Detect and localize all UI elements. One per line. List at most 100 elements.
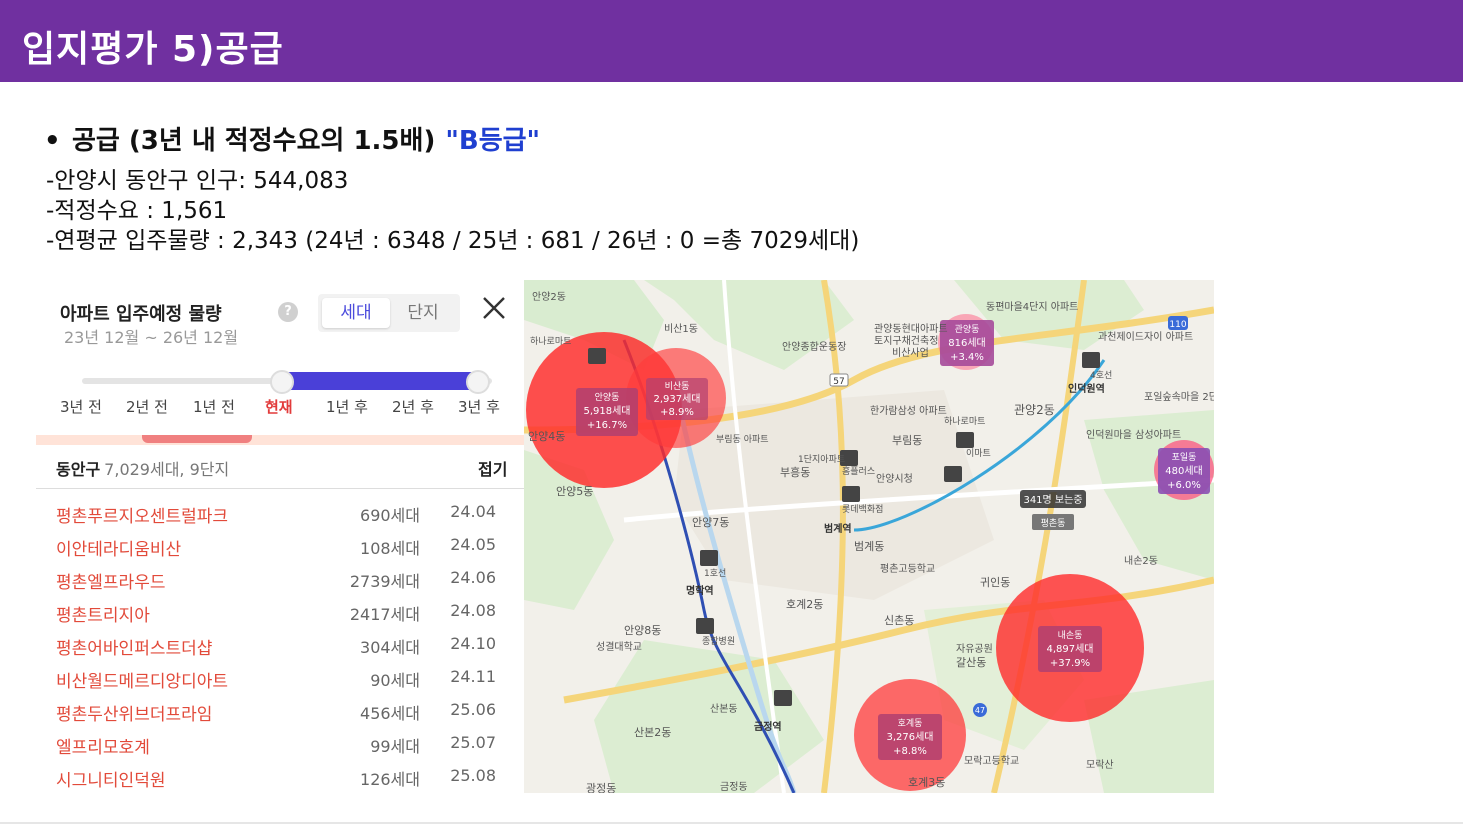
- place-label: 1호선: [704, 568, 726, 579]
- complex-units: 2739세대: [349, 572, 420, 591]
- supply-heading: 공급 (3년 내 적정수요의 1.5배): [72, 126, 436, 156]
- place-label: 모락고등학교: [964, 755, 1019, 767]
- place-label: 신촌동: [884, 614, 914, 627]
- hospital-icon[interactable]: [696, 618, 714, 634]
- bubble-dong: 호계동: [898, 717, 923, 729]
- place-label: 부림동 아파트: [716, 433, 769, 445]
- place-label: 범계역: [824, 522, 852, 535]
- shopping-icon[interactable]: [956, 432, 974, 448]
- place-label: 산본2동: [634, 726, 671, 739]
- complex-date: 24.04: [450, 502, 496, 521]
- list-item[interactable]: 평촌두산위브더프라임 456세대 25.06: [56, 700, 496, 726]
- place-label: 과천제이드자이 아파트: [1098, 331, 1193, 343]
- timeline-end-handle[interactable]: [466, 370, 490, 394]
- tick-1y-after[interactable]: 1년 후: [326, 396, 368, 417]
- timeline-start-handle[interactable]: [270, 370, 294, 394]
- complex-units: 99세대: [370, 737, 420, 756]
- route-number: 110: [1169, 320, 1186, 330]
- place-label: 산본동: [710, 703, 738, 715]
- hospital-icon[interactable]: [944, 466, 962, 482]
- complex-date: 25.07: [450, 733, 496, 752]
- place-label: 부림동: [892, 434, 922, 447]
- supply-panel: 아파트 입주예정 물량 ? 23년 12월 ~ 26년 12월 세대 단지 3년…: [36, 280, 526, 793]
- list-item[interactable]: 비산월드메르디앙디아트 90세대 24.11: [56, 667, 496, 693]
- tick-1y-before[interactable]: 1년 전: [193, 396, 235, 417]
- bullet-dot: •: [44, 126, 61, 156]
- help-icon[interactable]: ?: [278, 302, 298, 322]
- place-label: 하나로마트: [530, 336, 571, 347]
- tick-3y-before[interactable]: 3년 전: [60, 396, 102, 417]
- bubble-dong: 안양동: [595, 392, 620, 403]
- list-item[interactable]: 평촌푸르지오센트럴파크 690세대 24.04: [56, 502, 496, 528]
- timeline-slider-fill: [282, 372, 480, 390]
- fold-button[interactable]: 접기: [478, 456, 507, 480]
- subway-station-icon[interactable]: [1082, 352, 1100, 368]
- tick-2y-after[interactable]: 2년 후: [392, 396, 434, 417]
- complex-units: 690세대: [360, 506, 420, 525]
- place-label: 성결대학교: [596, 641, 642, 653]
- place-label: 종합병원: [702, 636, 735, 647]
- complex-name: 평촌어바인퍼스트더샵: [56, 639, 213, 659]
- complex-name: 평촌두산위브더프라임: [56, 705, 213, 725]
- place-label: 호계2동: [786, 598, 823, 611]
- place-label: 롯데백화점: [842, 503, 883, 515]
- complex-date: 24.05: [450, 535, 496, 554]
- shopping-icon[interactable]: [842, 486, 860, 502]
- place-label: 범계동: [854, 540, 884, 553]
- supply-map[interactable]: 안양동 5,918세대 +16.7% 비산동 2,937세대 +8.9% 관양동…: [524, 280, 1214, 793]
- viewers-count: 341명 보는중: [1023, 494, 1082, 506]
- place-label: 동편마을4단지 아파트: [986, 301, 1078, 313]
- subway-station-icon[interactable]: [588, 348, 606, 364]
- route-number: 47: [975, 706, 985, 715]
- list-item[interactable]: 이안테라디움비산 108세대 24.05: [56, 535, 496, 561]
- tick-current[interactable]: 현재: [265, 396, 293, 417]
- bubble-dong: 내손동: [1058, 630, 1083, 641]
- place-label: 하나로마트: [944, 416, 985, 427]
- place-label: 안양7동: [692, 516, 729, 529]
- list-item[interactable]: 엘프리모호계 99세대 25.07: [56, 733, 496, 759]
- place-label: 명학역: [686, 584, 714, 597]
- place-label: 관양동현대아파트: [874, 323, 948, 335]
- place-label: 내손2동: [1124, 555, 1158, 567]
- place-label: 광정동: [586, 782, 616, 793]
- close-icon[interactable]: [480, 294, 508, 322]
- place-label: 홈플러스: [842, 465, 875, 477]
- complex-units: 456세대: [360, 704, 420, 723]
- proper-demand-line: -적정수요 : 1,561: [46, 198, 228, 224]
- place-label: 안양시청: [876, 473, 913, 485]
- subway-station-icon[interactable]: [700, 550, 718, 566]
- complex-name: 평촌푸르지오센트럴파크: [56, 507, 229, 527]
- bubble-pct: +8.8%: [893, 746, 927, 757]
- toggle-complexes[interactable]: 단지: [390, 298, 456, 328]
- list-item[interactable]: 평촌엘프라우드 2739세대 24.06: [56, 568, 496, 594]
- toggle-households[interactable]: 세대: [322, 298, 390, 328]
- bubble-units: 816세대: [948, 337, 986, 349]
- place-label: 갈산동: [956, 655, 986, 669]
- divider: [36, 488, 526, 489]
- complex-name: 평촌트리지아: [56, 606, 150, 626]
- complex-units: 108세대: [360, 539, 420, 558]
- list-item[interactable]: 평촌트리지아 2417세대 24.08: [56, 601, 496, 627]
- complex-date: 24.08: [450, 601, 496, 620]
- complex-units: 2417세대: [349, 605, 420, 624]
- bubble-units: 4,897세대: [1046, 643, 1093, 655]
- tick-2y-before[interactable]: 2년 전: [126, 396, 168, 417]
- bubble-pct: +16.7%: [587, 420, 627, 431]
- page-title: 입지평가 5)공급: [22, 29, 284, 70]
- bubble-dong: 비산동: [665, 381, 690, 392]
- bubble-pct: +8.9%: [660, 407, 694, 418]
- place-label: 안양2동: [532, 291, 566, 303]
- complex-name: 엘프리모호계: [56, 738, 150, 758]
- tick-3y-after[interactable]: 3년 후: [458, 396, 500, 417]
- place-label: 금정역: [754, 720, 782, 733]
- list-item[interactable]: 시그니티인덕원 126세대 25.08: [56, 766, 496, 792]
- list-item[interactable]: 평촌어바인퍼스트더샵 304세대 24.10: [56, 634, 496, 660]
- annual-supply-line: -연평균 입주물량 : 2,343 (24년 : 6348 / 25년 : 68…: [46, 228, 860, 254]
- unit-toggle: 세대 단지: [318, 294, 460, 332]
- subway-station-icon[interactable]: [774, 690, 792, 706]
- district-name: 동안구: [56, 460, 101, 479]
- district-count: 7,029세대, 9단지: [104, 460, 230, 479]
- place-label: 한가람삼성 아파트: [870, 404, 947, 417]
- bubble-dong: 관양동: [955, 324, 980, 335]
- district-summary: 동안구 7,029세대, 9단지: [56, 456, 229, 480]
